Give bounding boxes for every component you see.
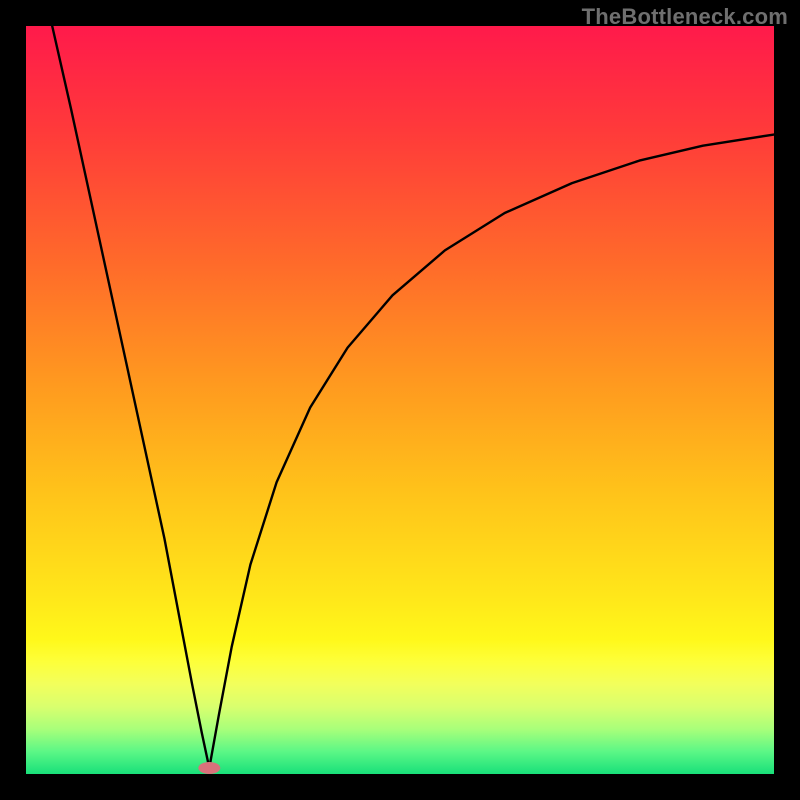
curve-left-branch	[52, 26, 209, 768]
chart-root: TheBottleneck.com	[0, 0, 800, 800]
plot-area	[26, 26, 774, 774]
curve-right-branch	[209, 135, 774, 769]
watermark-label: TheBottleneck.com	[582, 4, 788, 30]
plot-svg	[26, 26, 774, 774]
optimal-marker	[198, 762, 220, 774]
